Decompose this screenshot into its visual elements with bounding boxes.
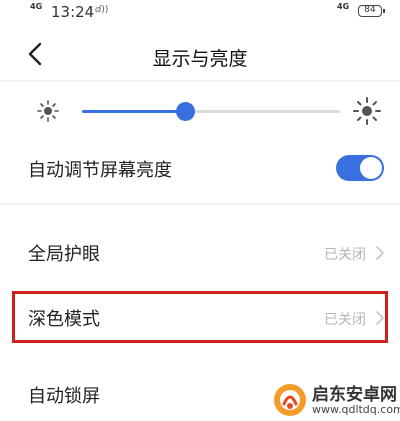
battery-level: 84: [364, 5, 376, 15]
header-divider: [0, 80, 400, 82]
auto-brightness-row[interactable]: 自动调节屏幕亮度: [0, 148, 400, 188]
eye-protection-label: 全局护眼: [28, 244, 100, 265]
brightness-slider-fill: [82, 110, 186, 113]
brightness-control: [0, 90, 400, 134]
toggle-knob: [360, 157, 382, 179]
sun-large-icon: [353, 97, 381, 125]
page-header: 显示与亮度: [0, 30, 400, 80]
watermark-name: 启东安卓网: [312, 385, 397, 405]
page-title: 显示与亮度: [152, 48, 248, 70]
brightness-slider[interactable]: [82, 102, 340, 121]
brightness-slider-thumb[interactable]: [176, 102, 196, 121]
auto-brightness-label: 自动调节屏幕亮度: [28, 160, 172, 181]
battery-icon: 84: [358, 5, 385, 17]
chevron-right-icon: [376, 246, 384, 260]
sun-small-icon: [37, 100, 59, 122]
site-watermark: 启东安卓网 www.qdltdq.com: [272, 378, 400, 421]
auto-brightness-toggle[interactable]: [336, 155, 384, 181]
eye-protection-row[interactable]: 全局护眼 已关闭: [0, 230, 400, 274]
network-indicator-left: 4G: [30, 2, 43, 11]
watermark-logo-icon: [274, 384, 306, 416]
watermark-url: www.qdltdq.com: [312, 403, 400, 416]
auto-lock-label: 自动锁屏: [28, 386, 100, 407]
network-indicator-right: 4G: [337, 2, 350, 11]
section-divider: [0, 203, 400, 205]
eye-protection-status: 已关闭: [324, 247, 366, 263]
highlight-box: [12, 291, 388, 343]
status-bar: 4G 13:24 ⅆ)) 4G 84: [0, 0, 400, 24]
status-time: 13:24: [51, 3, 95, 21]
signal-icon: ⅆ)): [95, 5, 109, 15]
